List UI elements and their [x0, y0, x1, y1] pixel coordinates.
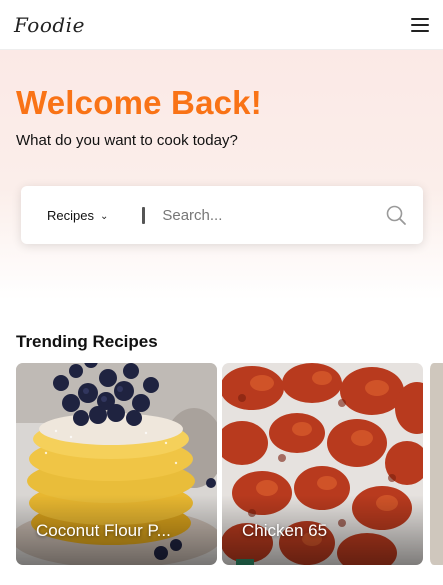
recipe-card-chicken-65[interactable]: Chicken 65 [222, 363, 423, 565]
search-divider [142, 206, 146, 224]
hamburger-menu-icon[interactable] [411, 17, 429, 32]
search-bar: Recipes ⌄ [21, 186, 423, 244]
chevron-down-icon: ⌄ [99, 210, 109, 222]
app-header: Foodie [0, 0, 443, 50]
trending-recipes-title: Trending Recipes [16, 332, 158, 351]
recipe-card-title: Chicken 65 [242, 521, 328, 540]
recipe-card-coconut-flour[interactable]: Coconut Flour P... [16, 363, 217, 565]
search-icon[interactable] [385, 204, 407, 226]
category-dropdown[interactable]: Recipes ⌄ [47, 208, 108, 223]
recipe-card-title: Coconut Flour P... [36, 521, 171, 540]
welcome-title: Welcome Back! [16, 84, 262, 121]
welcome-subtitle: What do you want to cook today? [16, 132, 238, 149]
logo[interactable]: Foodie [14, 13, 85, 37]
category-label: Recipes [47, 207, 94, 223]
search-input[interactable] [162, 206, 373, 224]
recipe-card-peek[interactable] [428, 363, 443, 565]
